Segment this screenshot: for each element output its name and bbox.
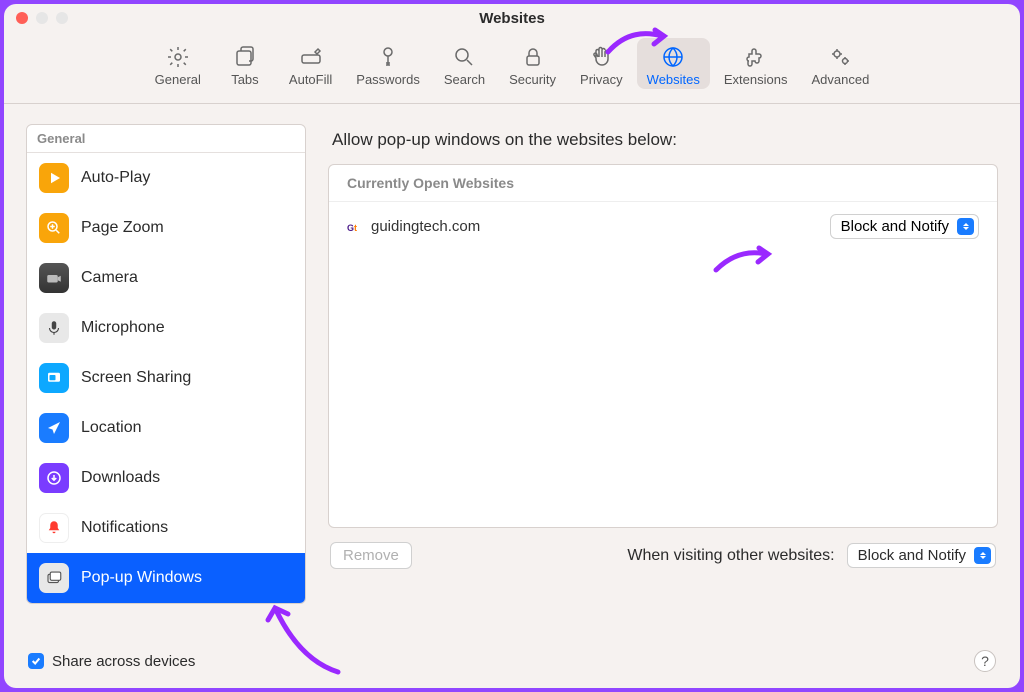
tab-general[interactable]: General [145,38,211,89]
lock-icon [521,44,545,70]
close-window-button[interactable] [16,12,28,24]
sidebar-item-location[interactable]: Location [27,403,305,453]
sidebar-section-header: General [27,125,305,153]
sidebar-item-pagezoom[interactable]: Page Zoom [27,203,305,253]
content-area: General Auto-Play Page Zoom Camera Micro… [4,104,1020,638]
remove-button[interactable]: Remove [330,542,412,569]
microphone-icon [39,313,69,343]
site-policy-select[interactable]: Block and Notify [830,214,979,239]
site-favicon-icon: Gt [347,219,363,235]
location-icon [39,413,69,443]
puzzle-icon [744,44,768,70]
main-heading: Allow pop-up windows on the websites bel… [328,124,998,164]
tab-privacy[interactable]: Privacy [570,38,633,89]
open-websites-header: Currently Open Websites [329,165,997,202]
tab-tabs[interactable]: Tabs [215,38,275,89]
sidebar-item-screensharing[interactable]: Screen Sharing [27,353,305,403]
checkbox-checked-icon [28,653,44,669]
tabs-icon [233,44,257,70]
bell-icon [39,513,69,543]
gears-icon [828,44,852,70]
svg-text:t: t [354,223,357,233]
sidebar-item-camera[interactable]: Camera [27,253,305,303]
sidebar-item-autoplay[interactable]: Auto-Play [27,153,305,203]
prefs-toolbar: General Tabs AutoFill Passwords Search S… [4,32,1020,104]
svg-text:G: G [347,223,354,233]
window-icon [39,563,69,593]
other-websites-row: When visiting other websites: Block and … [627,543,996,568]
download-icon [39,463,69,493]
tab-extensions[interactable]: Extensions [714,38,798,89]
sidebar-item-popups[interactable]: Pop-up Windows [27,553,305,603]
search-icon [452,44,476,70]
hand-icon [589,44,613,70]
chevron-updown-icon [974,547,991,564]
tab-websites[interactable]: Websites [637,38,710,89]
traffic-lights [16,12,68,24]
tab-security[interactable]: Security [499,38,566,89]
tab-search[interactable]: Search [434,38,495,89]
gear-icon [166,44,190,70]
sidebar-item-downloads[interactable]: Downloads [27,453,305,503]
zoom-window-button[interactable] [56,12,68,24]
tab-passwords[interactable]: Passwords [346,38,430,89]
chevron-updown-icon [957,218,974,235]
site-domain: guidingtech.com [371,218,480,235]
play-icon [39,163,69,193]
globe-icon [661,44,685,70]
other-websites-label: When visiting other websites: [627,547,834,565]
zoom-icon [39,213,69,243]
screen-icon [39,363,69,393]
main-pane: Allow pop-up windows on the websites bel… [328,124,998,626]
key-icon [376,44,400,70]
open-websites-list: Currently Open Websites Gt guidingtech.c… [328,164,998,528]
tab-advanced[interactable]: Advanced [801,38,879,89]
help-button[interactable]: ? [974,650,996,672]
pencil-icon [299,44,323,70]
window-title: Websites [4,10,1020,27]
other-policy-select[interactable]: Block and Notify [847,543,996,568]
site-row[interactable]: Gt guidingtech.com Block and Notify [329,202,997,251]
minimize-window-button[interactable] [36,12,48,24]
sidebar-item-notifications[interactable]: Notifications [27,503,305,553]
tab-autofill[interactable]: AutoFill [279,38,342,89]
site-info: Gt guidingtech.com [347,218,480,235]
settings-sidebar: General Auto-Play Page Zoom Camera Micro… [26,124,306,604]
preferences-window: Websites General Tabs AutoFill Passwords… [4,4,1020,688]
sidebar-item-microphone[interactable]: Microphone [27,303,305,353]
camera-icon [39,263,69,293]
titlebar: Websites [4,4,1020,32]
share-across-devices-checkbox[interactable]: Share across devices [28,653,195,670]
footer: Share across devices ? [4,638,1020,688]
bottom-controls: Remove When visiting other websites: Blo… [328,528,998,569]
